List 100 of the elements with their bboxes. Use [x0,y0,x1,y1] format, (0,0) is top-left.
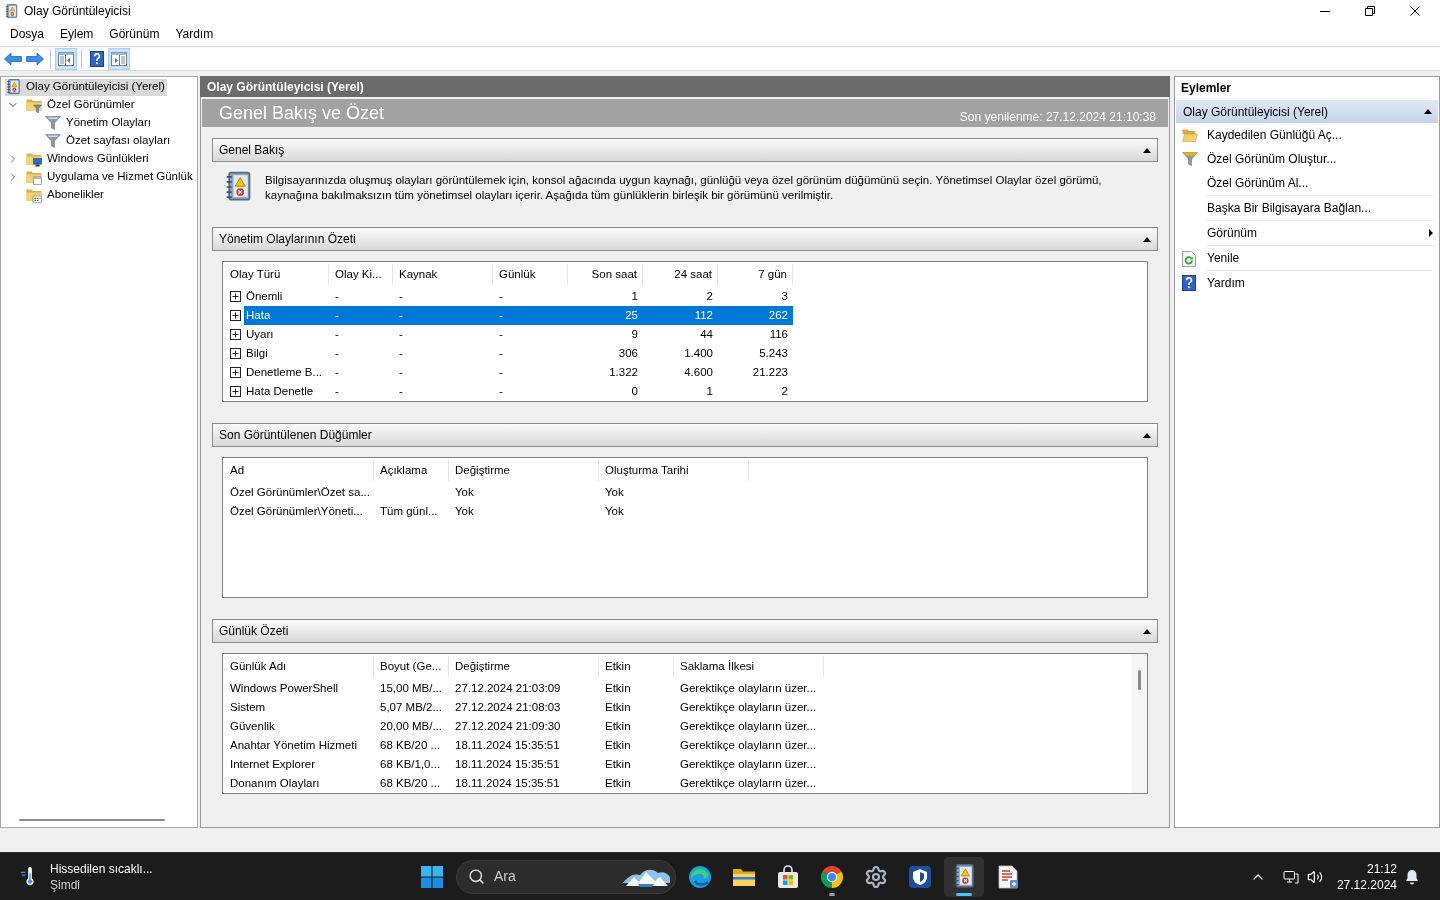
tree-item[interactable]: Özel Görünümler [25,96,137,114]
table-row[interactable]: Bilgi - - - 306 1.400 5.243 [244,344,793,363]
search-input[interactable]: Ara [494,866,584,887]
table-cell-text: Internet Explorer [230,756,315,772]
action-item[interactable]: Kaydedilen Günlüğü Aç... [1175,123,1439,147]
plus-box-icon[interactable] [230,348,241,359]
taskbar-button[interactable] [944,856,984,897]
table-cell-text: - [499,288,503,304]
column-header[interactable]: Olay Ki... [329,264,393,285]
column-header[interactable]: Açıklama [374,460,449,481]
help-icon [1182,275,1196,291]
table-cell-text: - [399,383,403,399]
table-cell-text: 27.12.2024 21:08:03 [455,699,561,715]
action-pane-toggle[interactable] [108,47,130,70]
column-header[interactable]: Günlük [493,264,568,285]
table-row[interactable]: Denetleme B... - - - 1.322 4.600 21.223 [244,363,793,382]
caret-up-icon[interactable] [1143,628,1151,634]
column-header[interactable]: Son saat [568,264,643,285]
caret-up-icon[interactable] [1424,109,1432,114]
column-header[interactable]: Saklama İlkesi [674,656,824,677]
table-cell-text: Yok [455,484,474,500]
tree-item[interactable]: Yönetim Olayları [44,114,153,132]
table-cell-text: 5,07 MB/2... [380,699,442,715]
search-field[interactable]: Ara [456,859,676,894]
search-icon [468,868,485,885]
plus-box-icon[interactable] [230,367,241,378]
table-row[interactable]: Anahtar Yönetim Hizmeti 68 KB/20 ... 18.11.2024 15:35:51 Etkin Gerektikçe olayların üzer... [223,736,824,755]
table-cell-text: - [399,345,403,361]
table-row[interactable]: Özel Görünümler\Yöneti... Tüm günl... Yok Yok [223,502,749,521]
overview-text: Bilgisayarınızda oluşmuş olayları görüntülemek için, konsol ağacında uygun kaynağı, günlüğü veya özel görünüm düğümünü seçin. Yönetimsel Olaylar özel görümü, kaynağına bakılmaksızın tüm yönetimsel olayları içerir. Aşağıda tüm günlüklerin birleşik bir görümünü verilmiştir. [265,173,1103,203]
section-title: Yönetim Olaylarının Özeti [219,231,356,248]
table-cell-text: - [499,364,503,380]
table-row[interactable]: Uyarı - - - 9 44 116 [244,325,793,344]
monitor-icon [1282,868,1299,885]
table-row[interactable]: Hata Denetle - - - 0 1 2 [244,382,793,401]
column-header[interactable]: Boyut (Ge... [374,656,449,677]
action-item[interactable]: Görünüm [1175,221,1439,246]
gear-icon [864,864,888,889]
action-item[interactable]: Yenile [1175,246,1439,271]
tree-item[interactable]: Windows Günlükleri [25,150,151,168]
table-cell-text: Gerektikçe olayların üzer... [680,699,817,715]
plus-box-icon[interactable] [230,310,241,321]
bell-icon[interactable] [1404,868,1420,885]
weather-subtext: Şimdi [50,876,81,893]
menu-item[interactable]: Yardım [167,22,222,46]
table-row[interactable]: Önemli - - - 1 2 3 [244,287,793,306]
console-tree-toggle[interactable] [55,47,77,70]
table-cell-text: Özel Görünümler\Özet sa... [230,484,370,500]
table-row[interactable]: Özel Görünümler\Özet sa... Yok Yok [223,483,749,502]
caret-up-icon[interactable] [1143,432,1151,438]
tree-item[interactable]: Abonelikler [25,186,106,204]
column-header[interactable]: Değiştirme [449,656,599,677]
plus-box-icon[interactable] [230,291,241,302]
table-row[interactable]: Windows PowerShell 15,00 MB/... 27.12.2024 21:03:09 Etkin Gerektikçe olayların üzer... [223,679,824,698]
calendar-folder-icon [26,187,42,203]
table-row[interactable]: Hata - - - 25 112 262 [244,306,793,325]
table-cell-text: - [335,383,339,399]
action-item[interactable]: Özel Görünüm Oluştur... [1175,147,1439,171]
table-cell-text: Sistem [230,699,266,715]
shopping-bag-icon [776,864,800,889]
table-cell-text: Uyarı [246,326,274,342]
shield-tile-icon [908,864,932,889]
menu-item[interactable]: Eylem [52,22,102,46]
table-cell-text: 306 [618,345,638,361]
column-header[interactable]: Olay Türü [223,264,329,285]
clock-date: 27.12.2024 [1336,876,1397,893]
table-row[interactable]: Güvenlik 20,00 MB/... 27.12.2024 21:09:30 Etkin Gerektikçe olayların üzer... [223,717,824,736]
table-cell-text: Önemli [246,288,283,304]
column-header[interactable]: Oluşturma Tarihi [599,460,749,481]
menu-item[interactable]: Dosya [2,22,52,46]
tree-item[interactable]: Özet sayfası olayları [44,132,173,150]
table-row[interactable]: Internet Explorer 68 KB/1,0... 18.11.2024 15:35:51 Etkin Gerektikçe olayların üzer... [223,755,824,774]
action-item[interactable]: Başka Bir Bilgisayara Bağlan... [1175,196,1439,221]
column-header[interactable]: Kaynak [393,264,493,285]
action-item[interactable]: Özel Görünüm Al... [1175,171,1439,196]
table-cell-text: - [335,364,339,380]
action-item[interactable]: Yardım [1175,271,1439,295]
table-cell-text: Etkin [605,756,631,772]
caret-up-icon[interactable] [1143,236,1151,242]
column-header[interactable]: 7 gün [718,264,793,285]
plus-box-icon[interactable] [230,386,241,397]
table-cell-text: 5.243 [759,345,788,361]
caret-up-icon[interactable] [1143,147,1151,153]
refresh-icon [1182,250,1196,267]
table-cell-text: Hata Denetle [246,383,314,399]
table-cell-text: Yok [455,503,474,519]
column-header[interactable]: Günlük Adı [223,656,374,677]
plus-box-icon[interactable] [230,329,241,340]
round-logo-icon [820,864,844,889]
tree-item[interactable]: Olay Görüntüleyicisi (Yerel) [5,78,167,96]
back-arrow-icon [4,51,22,66]
table-cell-text: 68 KB/20 ... [380,775,441,791]
column-header[interactable]: Etkin [599,656,674,677]
column-header[interactable]: 24 saat [643,264,718,285]
column-header[interactable]: Ad [223,460,374,481]
table-row[interactable]: Sistem 5,07 MB/2... 27.12.2024 21:08:03 Etkin Gerektikçe olayların üzer... [223,698,824,717]
tree-item[interactable]: Uygulama ve Hizmet Günlük [25,168,195,186]
menu-item[interactable]: Görünüm [101,22,168,46]
table-row[interactable]: Donanım Olayları 68 KB/20 ... 18.11.2024 15:35:51 Etkin Gerektikçe olayların üzer... [223,774,824,793]
column-header[interactable]: Değiştirme [449,460,599,481]
